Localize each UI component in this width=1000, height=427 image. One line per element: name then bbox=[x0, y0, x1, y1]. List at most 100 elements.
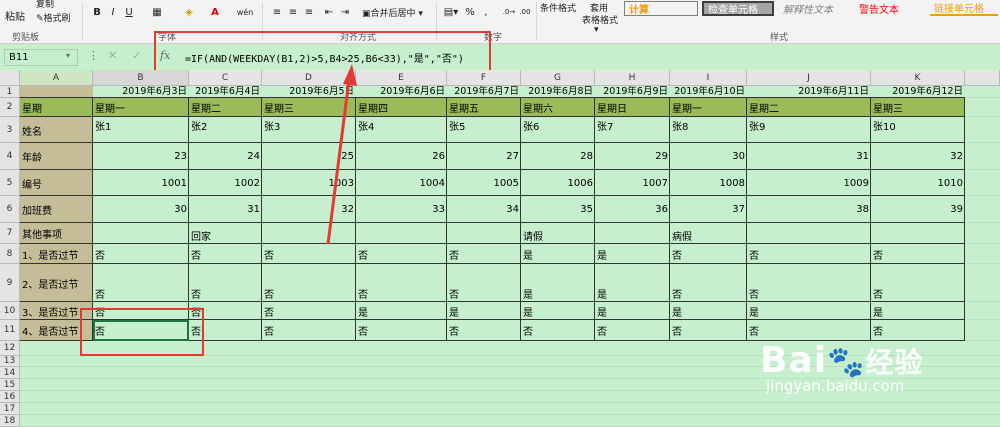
ages-cell[interactable]: 31 bbox=[747, 143, 871, 170]
q4-cell[interactable]: 否 bbox=[595, 320, 670, 341]
overtime-cell[interactable]: 30 bbox=[93, 196, 189, 223]
row-header-4[interactable]: 4 bbox=[0, 143, 20, 170]
weekday-cell[interactable]: 星期三 bbox=[871, 98, 965, 117]
names-cell[interactable]: 张10 bbox=[871, 117, 965, 143]
column-header-e[interactable]: E bbox=[356, 70, 447, 86]
decrease-indent-icon[interactable]: ⇤ bbox=[322, 4, 336, 20]
ids-cell[interactable]: 1004 bbox=[356, 170, 447, 196]
q4-cell[interactable]: 否 bbox=[871, 320, 965, 341]
ids-cell[interactable]: 1009 bbox=[747, 170, 871, 196]
ids-cell[interactable]: 1010 bbox=[871, 170, 965, 196]
column-header-a[interactable]: A bbox=[20, 70, 93, 86]
row-header-7[interactable]: 7 bbox=[0, 223, 20, 244]
ages-cell[interactable]: 25 bbox=[262, 143, 356, 170]
row-header-1[interactable]: 1 bbox=[0, 86, 20, 98]
q1-cell[interactable]: 否 bbox=[670, 244, 747, 264]
q4-cell[interactable]: 否 bbox=[356, 320, 447, 341]
row-header-10[interactable]: 10 bbox=[0, 302, 20, 320]
other-cell[interactable] bbox=[595, 223, 670, 244]
q2-cell[interactable]: 否 bbox=[747, 264, 871, 302]
weekday-cell[interactable]: 星期日 bbox=[595, 98, 670, 117]
q2-cell[interactable]: 否 bbox=[447, 264, 521, 302]
ages-cell[interactable]: 32 bbox=[871, 143, 965, 170]
ids-cell[interactable]: 1006 bbox=[521, 170, 595, 196]
column-header-h[interactable]: H bbox=[595, 70, 670, 86]
column-header-d[interactable]: D bbox=[262, 70, 356, 86]
overtime-cell[interactable]: 36 bbox=[595, 196, 670, 223]
font-color-icon[interactable]: A bbox=[206, 4, 224, 20]
q1-cell[interactable]: 否 bbox=[262, 244, 356, 264]
q2-cell[interactable]: 否 bbox=[93, 264, 189, 302]
names-cell[interactable]: 张2 bbox=[189, 117, 262, 143]
row-header-3[interactable]: 3 bbox=[0, 117, 20, 143]
ids-cell[interactable]: 1008 bbox=[670, 170, 747, 196]
other-cell[interactable] bbox=[747, 223, 871, 244]
row-header-16[interactable]: 16 bbox=[0, 391, 20, 403]
q3-cell[interactable]: 是 bbox=[521, 302, 595, 320]
overtime-cell[interactable]: 32 bbox=[262, 196, 356, 223]
q3-cell[interactable]: 是 bbox=[595, 302, 670, 320]
q1-cell[interactable]: 否 bbox=[356, 244, 447, 264]
column-header-b[interactable]: B bbox=[93, 70, 189, 86]
q3-cell[interactable]: 是 bbox=[871, 302, 965, 320]
row-header-18[interactable]: 18 bbox=[0, 415, 20, 427]
borders-icon[interactable]: ▦ bbox=[148, 4, 166, 20]
q1-cell[interactable]: 否 bbox=[871, 244, 965, 264]
row-header-12[interactable]: 12 bbox=[0, 341, 20, 356]
overtime-cell[interactable]: 31 bbox=[189, 196, 262, 223]
q3-cell[interactable]: 是 bbox=[356, 302, 447, 320]
q2-cell[interactable]: 否 bbox=[189, 264, 262, 302]
cancel-icon[interactable]: ✕ bbox=[108, 49, 117, 62]
ages-cell[interactable]: 23 bbox=[93, 143, 189, 170]
increase-decimal-icon[interactable]: .0→ bbox=[502, 4, 516, 20]
ids-cell[interactable]: 1003 bbox=[262, 170, 356, 196]
percent-button[interactable]: % bbox=[464, 4, 476, 20]
ages-cell[interactable]: 29 bbox=[595, 143, 670, 170]
conditional-format-button[interactable]: 条件格式 bbox=[540, 1, 576, 14]
align-right-icon[interactable]: ≡ bbox=[302, 4, 316, 20]
weekday-cell[interactable]: 星期四 bbox=[356, 98, 447, 117]
overtime-cell[interactable]: 37 bbox=[670, 196, 747, 223]
other-cell[interactable] bbox=[447, 223, 521, 244]
q1-cell[interactable]: 否 bbox=[747, 244, 871, 264]
q4-cell[interactable]: 否 bbox=[747, 320, 871, 341]
overtime-cell[interactable]: 34 bbox=[447, 196, 521, 223]
q1-cell[interactable]: 否 bbox=[93, 244, 189, 264]
names-cell[interactable]: 张8 bbox=[670, 117, 747, 143]
column-header-c[interactable]: C bbox=[189, 70, 262, 86]
row-label-cell[interactable]: 其他事项 bbox=[20, 223, 93, 244]
align-center-icon[interactable]: ≡ bbox=[286, 4, 300, 20]
q4-cell[interactable]: 否 bbox=[447, 320, 521, 341]
column-header-j[interactable]: J bbox=[747, 70, 871, 86]
row-header-6[interactable]: 6 bbox=[0, 196, 20, 223]
q1-cell[interactable]: 是 bbox=[595, 244, 670, 264]
names-cell[interactable]: 张7 bbox=[595, 117, 670, 143]
column-header-g[interactable]: G bbox=[521, 70, 595, 86]
column-header-i[interactable]: I bbox=[670, 70, 747, 86]
row-label-cell[interactable]: 星期 bbox=[20, 98, 93, 117]
row-header-2[interactable]: 2 bbox=[0, 98, 20, 117]
select-all-corner[interactable] bbox=[0, 70, 20, 86]
row-label-cell[interactable]: 加班费 bbox=[20, 196, 93, 223]
weekday-cell[interactable]: 星期一 bbox=[93, 98, 189, 117]
overtime-cell[interactable]: 38 bbox=[747, 196, 871, 223]
ids-cell[interactable]: 1001 bbox=[93, 170, 189, 196]
row-header-14[interactable]: 14 bbox=[0, 367, 20, 379]
q2-cell[interactable]: 否 bbox=[262, 264, 356, 302]
row-header-15[interactable]: 15 bbox=[0, 379, 20, 391]
style-calculation[interactable]: 计算 bbox=[624, 1, 698, 16]
ids-cell[interactable]: 1002 bbox=[189, 170, 262, 196]
ages-cell[interactable]: 26 bbox=[356, 143, 447, 170]
ages-cell[interactable]: 27 bbox=[447, 143, 521, 170]
align-left-icon[interactable]: ≡ bbox=[270, 4, 284, 20]
style-linked-cell[interactable]: 链接单元格 bbox=[930, 1, 998, 16]
ages-cell[interactable]: 28 bbox=[521, 143, 595, 170]
column-header-f[interactable]: F bbox=[447, 70, 521, 86]
row-label-cell[interactable]: 姓名 bbox=[20, 117, 93, 143]
row-header-9[interactable]: 9 bbox=[0, 264, 20, 302]
other-cell[interactable]: 请假 bbox=[521, 223, 595, 244]
q1-cell[interactable]: 否 bbox=[189, 244, 262, 264]
names-cell[interactable]: 张5 bbox=[447, 117, 521, 143]
copy-button[interactable]: 复制 bbox=[36, 0, 54, 10]
q4-cell[interactable]: 否 bbox=[670, 320, 747, 341]
